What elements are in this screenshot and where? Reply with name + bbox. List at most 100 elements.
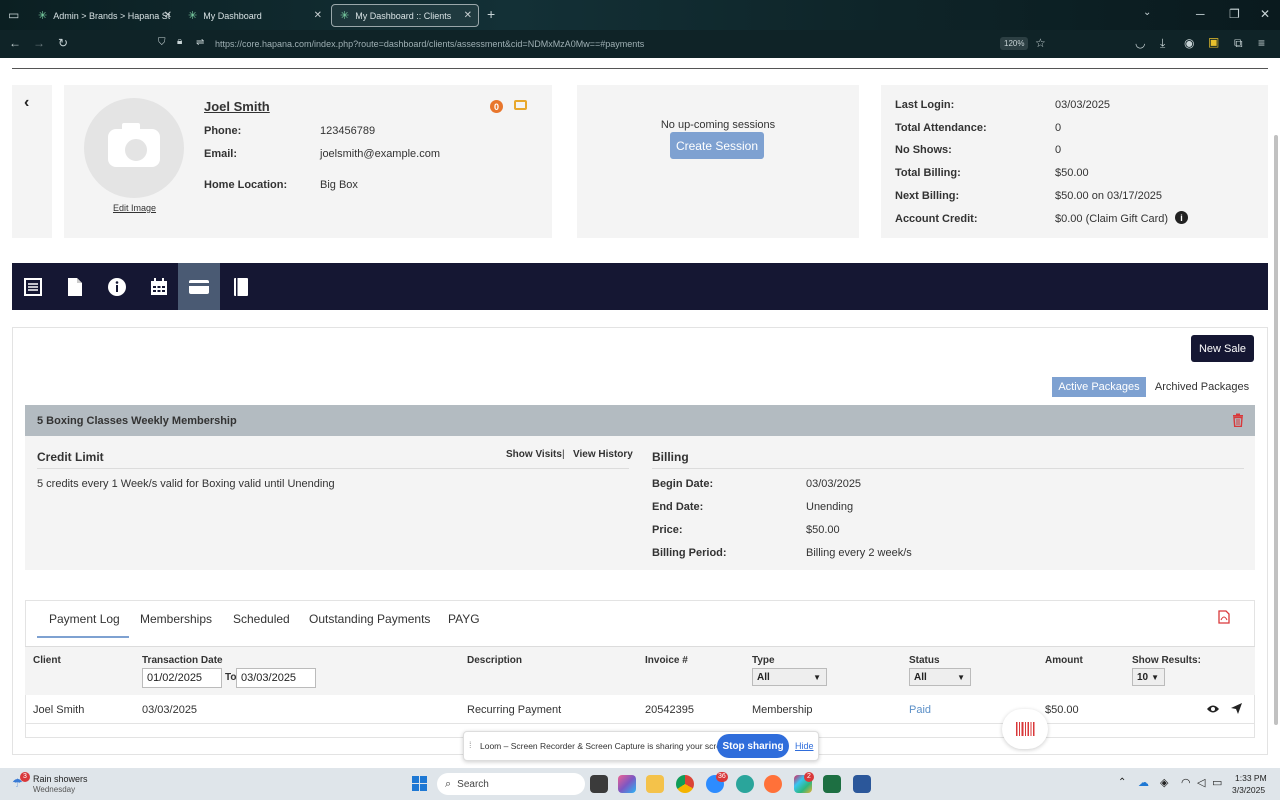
tray-app-icon[interactable]: ◈ [1160, 776, 1168, 789]
reload-icon[interactable]: ↻ [58, 36, 68, 50]
browser-tab-bar: ▭ ✳ Admin > Brands > Hapana Stu ✕ ✳ My D… [0, 0, 1280, 30]
billing-label-end-date: End Date: [652, 501, 704, 513]
close-window-icon[interactable]: ✕ [1260, 7, 1270, 21]
menu-icon[interactable]: ≡ [1258, 36, 1265, 50]
back-card [12, 85, 52, 238]
info-icon[interactable]: i [1175, 211, 1188, 224]
back-arrow-icon[interactable]: ← [9, 36, 21, 50]
barcode-scan-button[interactable] [1002, 709, 1048, 749]
tab-memberships[interactable]: Memberships [140, 612, 212, 626]
col-header-invoice: Invoice # [645, 655, 688, 666]
view-eye-icon[interactable] [1206, 704, 1220, 714]
hide-loom-link[interactable]: Hide [795, 741, 814, 751]
active-packages-button[interactable]: Active Packages [1052, 377, 1146, 397]
tab-overview-icon[interactable]: ▭ [8, 8, 19, 22]
package-body [25, 436, 1255, 570]
notes-list-icon[interactable] [12, 263, 54, 310]
archived-packages-button[interactable]: Archived Packages [1150, 377, 1254, 397]
tab-payg[interactable]: PAYG [448, 612, 480, 626]
payments-card-icon[interactable] [178, 263, 220, 310]
trash-icon[interactable] [1232, 413, 1244, 427]
pocket-icon[interactable]: ◡ [1135, 36, 1145, 50]
close-icon[interactable]: ✕ [314, 10, 322, 21]
page-scrollbar[interactable] [1274, 135, 1278, 725]
tab-scheduled[interactable]: Scheduled [233, 612, 290, 626]
home-location-value: Big Box [320, 179, 358, 191]
copilot-icon[interactable] [618, 775, 636, 793]
stat-label-account-credit: Account Credit: [895, 213, 978, 225]
client-name[interactable]: Joel Smith [204, 99, 270, 114]
windows-taskbar [0, 768, 1280, 800]
browser-tab-clients[interactable]: ✳ My Dashboard :: Clients ✕ [331, 4, 479, 27]
pdf-export-icon[interactable] [1218, 610, 1230, 624]
date-to-input[interactable]: 03/03/2025 [236, 668, 316, 688]
weather-title[interactable]: Rain showers [33, 774, 88, 784]
battery-icon[interactable]: ▭ [1212, 776, 1222, 789]
col-header-amount: Amount [1045, 655, 1083, 666]
row-amount: $50.00 [1045, 704, 1079, 716]
send-icon[interactable] [1230, 702, 1243, 715]
stat-value-total-attendance: 0 [1055, 122, 1062, 134]
avatar[interactable] [84, 98, 184, 198]
document-icon[interactable] [54, 263, 96, 310]
status-filter-select[interactable]: All ▼ [909, 668, 971, 686]
credit-card-icon[interactable] [514, 100, 527, 110]
tray-chevron-up-icon[interactable]: ⌃ [1118, 777, 1126, 788]
edit-image-link[interactable]: Edit Image [113, 203, 156, 213]
tab-payment-log[interactable]: Payment Log [49, 612, 120, 626]
close-icon[interactable]: ✕ [164, 10, 172, 21]
account-icon[interactable]: ◉ [1184, 36, 1194, 50]
chrome-icon[interactable] [676, 775, 694, 793]
zoom-level[interactable]: 120% [1000, 37, 1029, 50]
billing-value-end-date: Unending [806, 501, 854, 513]
billing-value-period: Billing every 2 week/s [806, 547, 912, 559]
close-icon[interactable]: ✕ [464, 10, 472, 21]
create-session-button[interactable]: Create Session [670, 132, 764, 159]
firefox-icon[interactable] [764, 775, 782, 793]
stop-sharing-button[interactable]: Stop sharing [717, 734, 789, 758]
chevron-down-icon[interactable]: ⌄ [1143, 7, 1151, 18]
windows-start-icon[interactable] [412, 776, 427, 791]
chevron-left-icon[interactable]: ‹ [24, 94, 29, 112]
onedrive-cloud-icon[interactable]: ☁ [1138, 776, 1149, 789]
clock-time[interactable]: 1:33 PM [1235, 773, 1267, 783]
show-visits-link[interactable]: Show Visits [506, 449, 562, 460]
task-view-icon[interactable] [590, 775, 608, 793]
word-icon[interactable] [853, 775, 871, 793]
extensions-puzzle-icon[interactable]: ⧉ [1234, 36, 1243, 51]
restore-icon[interactable]: ❐ [1229, 7, 1240, 21]
volume-icon[interactable]: ◁ [1197, 776, 1205, 789]
excel-icon[interactable] [823, 775, 841, 793]
file-explorer-icon[interactable] [646, 775, 664, 793]
taskbar-search[interactable]: ⌕ Search [437, 773, 585, 795]
stat-value-total-billing: $50.00 [1055, 167, 1089, 179]
info-circle-icon[interactable] [96, 263, 138, 310]
tab-outstanding-payments[interactable]: Outstanding Payments [309, 612, 430, 626]
clock-date[interactable]: 3/3/2025 [1232, 785, 1265, 795]
url-bar[interactable]: https://core.hapana.com/index.php?route=… [155, 34, 1055, 54]
row-description: Recurring Payment [467, 704, 562, 716]
view-history-link[interactable]: View History [573, 449, 633, 460]
drag-handle-icon[interactable]: ⁞ [469, 740, 472, 750]
new-tab-icon[interactable]: + [487, 6, 495, 22]
wifi-icon[interactable]: ◠ [1181, 776, 1191, 789]
results-per-page-select[interactable]: 10 ▼ [1132, 668, 1165, 686]
extension-icon[interactable]: ▣ [1208, 35, 1219, 49]
row-invoice: 20542395 [645, 704, 694, 716]
zoom-badge: 36 [716, 772, 728, 782]
new-sale-button[interactable]: New Sale [1191, 335, 1254, 362]
book-icon[interactable] [220, 263, 262, 310]
download-icon[interactable]: ⤓ [1160, 36, 1165, 51]
notification-count-badge[interactable]: 0 [490, 100, 503, 113]
browser-tab-admin[interactable]: ✳ Admin > Brands > Hapana Stu ✕ [30, 4, 178, 27]
minimize-icon[interactable]: ─ [1196, 7, 1205, 21]
forward-arrow-icon[interactable]: → [33, 36, 45, 50]
stat-label-next-billing: Next Billing: [895, 190, 960, 202]
billing-label-begin-date: Begin Date: [652, 478, 714, 490]
type-filter-select[interactable]: All ▼ [752, 668, 827, 686]
browser-tab-dashboard[interactable]: ✳ My Dashboard ✕ [180, 4, 328, 27]
stat-value-account-credit[interactable]: $0.00 (Claim Gift Card) [1055, 213, 1168, 225]
date-from-input[interactable]: 01/02/2025 [142, 668, 222, 688]
app-icon[interactable] [736, 775, 754, 793]
calendar-icon[interactable] [138, 263, 180, 310]
